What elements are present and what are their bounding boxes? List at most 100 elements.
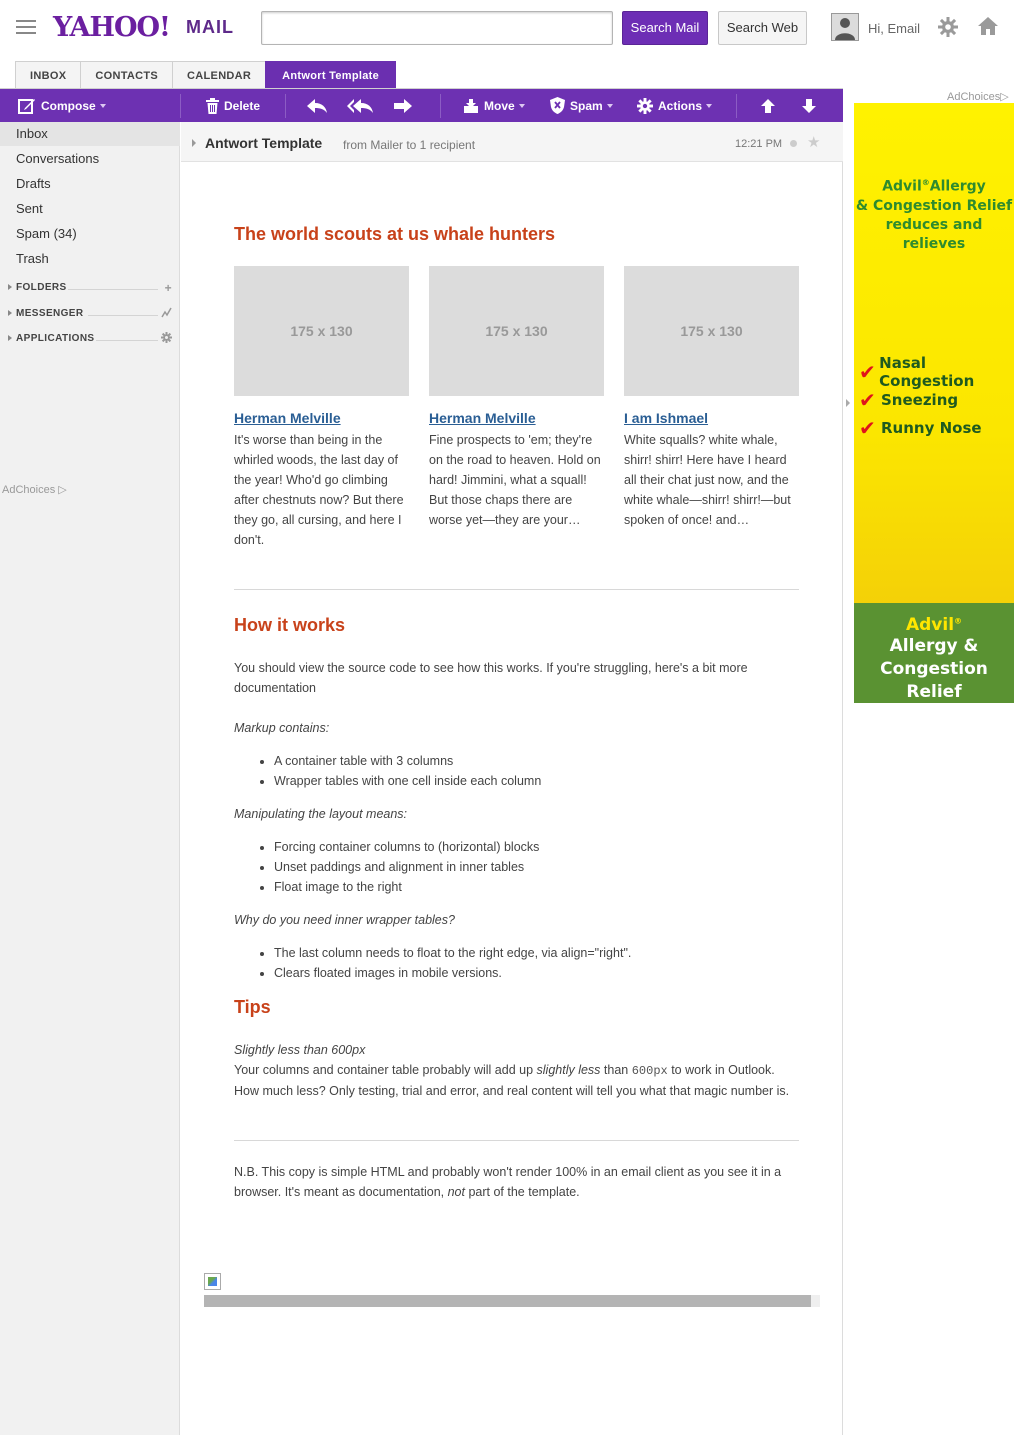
ad-headline-text: Allergy xyxy=(929,178,986,195)
compose-label: Compose xyxy=(41,98,96,113)
column-link[interactable]: Herman Melville xyxy=(234,410,409,426)
list-item: The last column needs to float to the ri… xyxy=(274,943,799,963)
gear-icon[interactable] xyxy=(161,332,172,346)
search-web-button[interactable]: Search Web xyxy=(718,11,807,45)
avatar[interactable] xyxy=(831,13,859,41)
spam-button[interactable]: Spam xyxy=(550,89,613,122)
compose-icon xyxy=(18,98,35,114)
section-divider xyxy=(96,340,158,341)
forward-button[interactable] xyxy=(393,89,418,122)
list-item: Unset paddings and alignment in inner ta… xyxy=(274,857,799,877)
list-item: Clears floated images in mobile versions… xyxy=(274,963,799,983)
search-input[interactable] xyxy=(261,11,613,45)
symptom-label: Runny Nose xyxy=(881,419,982,437)
horizontal-scrollbar[interactable] xyxy=(204,1295,820,1307)
message-subject: Antwort Template xyxy=(205,135,323,151)
tab-contacts[interactable]: CONTACTS xyxy=(80,61,174,89)
sidebar-section-applications[interactable]: APPLICATIONS xyxy=(6,331,174,349)
shield-icon xyxy=(550,97,565,114)
sidebar-section-messenger[interactable]: MESSENGER xyxy=(6,306,174,324)
tip-code: 600px xyxy=(631,1064,668,1078)
home-icon[interactable] xyxy=(977,15,999,37)
chevron-down-icon xyxy=(606,103,613,108)
delete-button[interactable]: Delete xyxy=(206,89,260,122)
adchoices-link[interactable]: AdChoices▷ xyxy=(947,90,1009,103)
ad-brand: Advil xyxy=(905,615,955,635)
message-body: The world scouts at us whale hunters 175… xyxy=(181,162,843,1435)
messenger-status-icon[interactable] xyxy=(161,307,172,321)
section-label: APPLICATIONS xyxy=(16,333,95,344)
reply-all-button[interactable] xyxy=(346,89,379,122)
sidebar-item-trash[interactable]: Trash xyxy=(0,247,180,271)
add-folder-icon[interactable]: + xyxy=(165,281,172,295)
toolbar-divider xyxy=(180,94,181,118)
column-1: 175 x 130 Herman Melville It's worse tha… xyxy=(234,266,409,550)
forward-icon xyxy=(394,98,412,113)
markup-label: Markup contains: xyxy=(234,718,799,738)
reply-button[interactable] xyxy=(306,89,333,122)
message-header[interactable]: Antwort Template from Mailer to 1 recipi… xyxy=(181,122,843,162)
sidebar-section-folders[interactable]: FOLDERS + xyxy=(6,280,174,298)
sidebar-item-conversations[interactable]: Conversations xyxy=(0,147,180,171)
tab-calendar[interactable]: CALENDAR xyxy=(172,61,267,89)
top-header: YAHOO! MAIL Search Mail Search Web Hi, E… xyxy=(0,0,1014,58)
scrollbar-thumb[interactable] xyxy=(204,1295,811,1307)
adchoices-link[interactable]: AdChoices ▷ xyxy=(2,483,67,496)
message-sender: from Mailer to 1 recipient xyxy=(343,138,476,152)
search-mail-button[interactable]: Search Mail xyxy=(622,11,708,45)
expand-icon xyxy=(8,310,12,316)
yahoo-logo[interactable]: YAHOO! xyxy=(53,12,171,43)
advertisement[interactable]: Advil ®Allergy & Congestion Relief reduce… xyxy=(854,103,1014,703)
tab-antwort-template[interactable]: Antwort Template xyxy=(265,61,397,89)
ad-symptom: ✔ Sneezing xyxy=(859,386,1014,414)
manip-label: Manipulating the layout means: xyxy=(234,804,799,824)
ad-headline: Advil®Allergy & Congestion Relief reduce… xyxy=(854,173,1014,254)
next-message-button[interactable] xyxy=(801,89,822,122)
tab-inbox[interactable]: INBOX xyxy=(15,61,82,89)
symptom-label: Sneezing xyxy=(881,391,959,409)
heading-whale-hunters: The world scouts at us whale hunters xyxy=(234,224,556,244)
star-icon[interactable]: ★ xyxy=(807,133,820,151)
sidebar-item-drafts[interactable]: Drafts xyxy=(0,172,180,196)
sidebar-item-inbox[interactable]: Inbox xyxy=(0,122,180,146)
trash-icon xyxy=(206,97,219,114)
previous-message-button[interactable] xyxy=(760,89,781,122)
why-label: Why do you need inner wrapper tables? xyxy=(234,910,799,930)
heading-how-it-works: How it works xyxy=(234,615,346,635)
checkmark-icon: ✔ xyxy=(859,416,876,440)
sidebar-item-sent[interactable]: Sent xyxy=(0,197,180,221)
expand-icon[interactable] xyxy=(192,139,196,147)
list-item: Float image to the right xyxy=(274,877,799,897)
divider xyxy=(234,589,799,590)
column-link[interactable]: Herman Melville xyxy=(429,410,604,426)
read-status-icon[interactable] xyxy=(790,140,797,147)
ad-headline-line: reduces and relieves xyxy=(885,216,983,252)
list-item: A container table with 3 columns xyxy=(274,751,799,771)
column-2: 175 x 130 Herman Melville Fine prospects… xyxy=(429,266,604,530)
compose-button[interactable]: Compose xyxy=(18,89,106,122)
sidebar-item-spam[interactable]: Spam (34) xyxy=(0,222,180,246)
actions-label: Actions xyxy=(658,98,703,113)
left-sidebar: Inbox Conversations Drafts Sent Spam (34… xyxy=(0,122,180,1435)
expand-icon xyxy=(8,284,12,290)
toolbar-divider xyxy=(285,94,286,118)
move-button[interactable]: Move xyxy=(463,89,525,122)
chevron-down-icon xyxy=(518,103,525,108)
move-icon xyxy=(464,98,478,113)
menu-icon[interactable] xyxy=(16,20,36,34)
nb-emphasis: not xyxy=(447,1185,465,1199)
ad-product-line: Congestion xyxy=(880,659,988,679)
ad-registered-mark: ® xyxy=(921,178,930,187)
column-link[interactable]: I am Ishmael xyxy=(624,410,799,426)
gear-icon[interactable] xyxy=(937,16,959,38)
ad-footer: Advil® Allergy & Congestion Relief xyxy=(854,603,1014,703)
mail-logo[interactable]: MAIL xyxy=(186,17,234,38)
tip-label-text: Slightly less than 600px xyxy=(234,1043,366,1057)
ad-headline-line: & Congestion Relief xyxy=(855,197,1013,214)
gear-icon xyxy=(637,97,653,114)
actions-button[interactable]: Actions xyxy=(637,89,713,122)
collapse-ad-icon[interactable] xyxy=(846,399,850,407)
tip-label: Slightly less than 600px xyxy=(234,1040,799,1060)
greeting-text[interactable]: Hi, Email xyxy=(868,21,920,36)
nb-text: part of the template. xyxy=(465,1185,580,1199)
